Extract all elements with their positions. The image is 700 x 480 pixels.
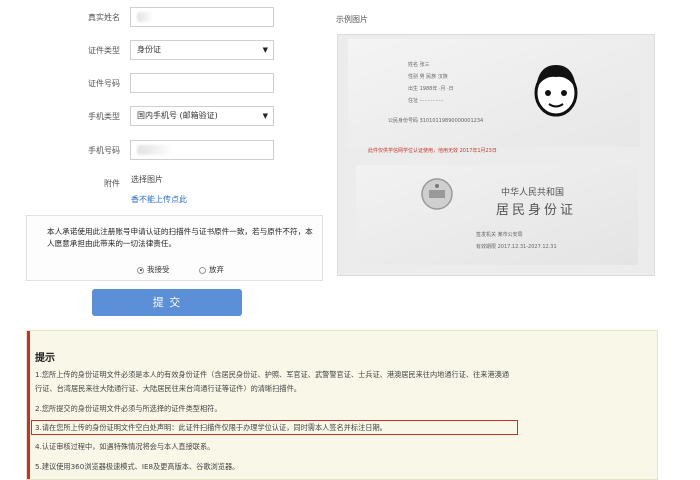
notice-accent-bar — [27, 331, 30, 479]
chevron-down-icon: ▼ — [262, 46, 268, 54]
phone-number-label: 手机号码 — [88, 146, 120, 155]
redacted-value — [137, 145, 173, 155]
upload-help-link[interactable]: 香不能上传点此 — [131, 194, 187, 205]
decline-label: 放弃 — [209, 265, 224, 274]
phone-type-select[interactable]: 国内手机号 (邮箱验证) ▼ — [130, 106, 274, 126]
accept-radio[interactable]: 我接受 — [137, 264, 170, 275]
submit-label: 提 交 — [152, 296, 182, 309]
sample-image-frame: 姓名 张三 性别 男 民族 汉族 出生 1988年 ·月 ·日 住址 ·····… — [337, 34, 655, 276]
notice-panel: 提示 1.您所上传的身份证明文件必须是本人的有效身份证件（含居民身份证、护照、军… — [26, 330, 658, 480]
id-type-value: 身份证 — [137, 45, 161, 54]
submit-button[interactable]: 提 交 — [92, 289, 242, 316]
face-icon — [534, 65, 578, 117]
national-emblem-icon — [421, 178, 453, 210]
card-line: 出生 1988年 ·月 ·日 — [408, 86, 454, 92]
notice-title: 提示 — [35, 353, 55, 364]
id-type-label: 证件类型 — [88, 46, 120, 55]
card-front-subtitle: 居民身份证 — [496, 203, 577, 218]
declaration-box: 本人承诺使用此注册账号申请认证的扫描件与证书原件一致，若与原件不符，本人愿意承担… — [26, 215, 323, 281]
radio-checked-icon — [137, 266, 144, 274]
real-name-label: 真实姓名 — [88, 13, 120, 22]
id-card-back: 姓名 张三 性别 男 民族 汉族 出生 1988年 ·月 ·日 住址 ·····… — [348, 39, 640, 147]
phone-number-input[interactable] — [130, 140, 274, 160]
decline-radio[interactable]: 放弃 — [199, 264, 224, 275]
choose-image-button[interactable]: 选择图片 — [131, 174, 163, 185]
radio-icon — [199, 266, 206, 274]
validity-line: 有效期限 2017.12.31-2027.12.31 — [476, 244, 557, 250]
accept-label: 我接受 — [147, 265, 170, 274]
chevron-down-icon: ▼ — [262, 112, 268, 120]
sample-image-title: 示例图片 — [336, 15, 368, 24]
notice-item: 行证、台湾居民来往大陆通行证、大陆居民往来台湾通行证等证件）的清晰扫描件。 — [35, 384, 301, 393]
notice-item: 1.您所上传的身份证明文件必须是本人的有效身份证件（含居民身份证、护照、军官证、… — [35, 370, 510, 379]
notice-item: 4.认证审核过程中，如遇特殊情况将会与本人直接联系。 — [35, 442, 215, 451]
attachment-label: 附件 — [104, 179, 120, 188]
notice-item: 5.建议使用360浏览器极速模式、IE8及更高版本、谷歌浏览器。 — [35, 462, 240, 471]
card-line: 住址 ··············· — [408, 98, 444, 104]
id-type-select[interactable]: 身份证 ▼ — [130, 40, 274, 60]
card-line: 性别 男 民族 汉族 — [408, 74, 448, 80]
card-id-number: 公民身份号码 31010119890000001234 — [388, 118, 484, 124]
declaration-text: 本人承诺使用此注册账号申请认证的扫描件与证书原件一致，若与原件不符，本人愿意承担… — [47, 227, 313, 248]
phone-type-value: 国内手机号 (邮箱验证) — [137, 111, 218, 120]
id-number-label: 证件号码 — [88, 79, 120, 88]
notice-item: 3.请在您所上传的身份证明文件空白处声明：此证件扫描件仅限于办理学位认证，同时需… — [35, 423, 387, 432]
id-number-input[interactable] — [130, 73, 274, 93]
notice-item: 2.您所提交的身份证明文件必须与所选择的证件类型相符。 — [35, 404, 222, 413]
id-card-front: 中华人民共和国 居民身份证 签发机关 某市公安局 有效期限 2017.12.31… — [356, 165, 638, 265]
real-name-input[interactable] — [130, 7, 274, 27]
issuer-line: 签发机关 某市公安局 — [476, 232, 523, 238]
card-front-title: 中华人民共和国 — [501, 188, 565, 198]
redacted-value — [137, 12, 153, 22]
phone-type-label: 手机类型 — [88, 112, 120, 121]
card-line: 姓名 张三 — [408, 62, 430, 68]
stamp-note: 此件仅供学信网学位认证使用，他用无效 2017年1月23日 — [368, 148, 497, 154]
